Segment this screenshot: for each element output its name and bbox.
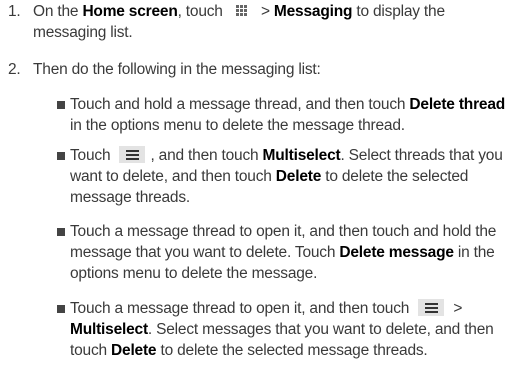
menu-icon [416, 299, 446, 316]
step-text: On the Home screen, touch > Messaging to… [33, 2, 445, 41]
bullet-text: Touch a message thread to open it, and t… [70, 299, 494, 359]
bullet-text: Touch and hold a message thread, and the… [70, 96, 506, 134]
step-number: 2. [8, 61, 21, 78]
bullet-text: Touch , and then touch Multiselect. Sele… [70, 146, 503, 206]
bullet-marker [57, 101, 65, 109]
term-home-screen: Home screen [82, 3, 178, 20]
term-delete: Delete [111, 342, 157, 359]
step-number: 1. [8, 3, 21, 20]
term-multiselect: Multiselect [262, 147, 341, 164]
bullet-text: Touch a message thread to open it, and t… [70, 223, 497, 282]
term-delete-message: Delete message [339, 244, 454, 261]
term-delete: Delete [275, 168, 322, 185]
help-page: 1. On the Home screen, touch > Messaging… [0, 0, 529, 371]
term-multiselect: Multiselect [70, 321, 148, 338]
bullet-marker [57, 228, 65, 236]
bullet-marker [57, 152, 65, 160]
term-messaging: Messaging [273, 3, 353, 20]
term-delete-thread: Delete thread [409, 96, 506, 113]
bullet-marker [57, 305, 65, 313]
step-text: Then do the following in the messaging l… [33, 61, 321, 78]
app-grid-icon [230, 2, 254, 19]
menu-icon [117, 146, 147, 163]
